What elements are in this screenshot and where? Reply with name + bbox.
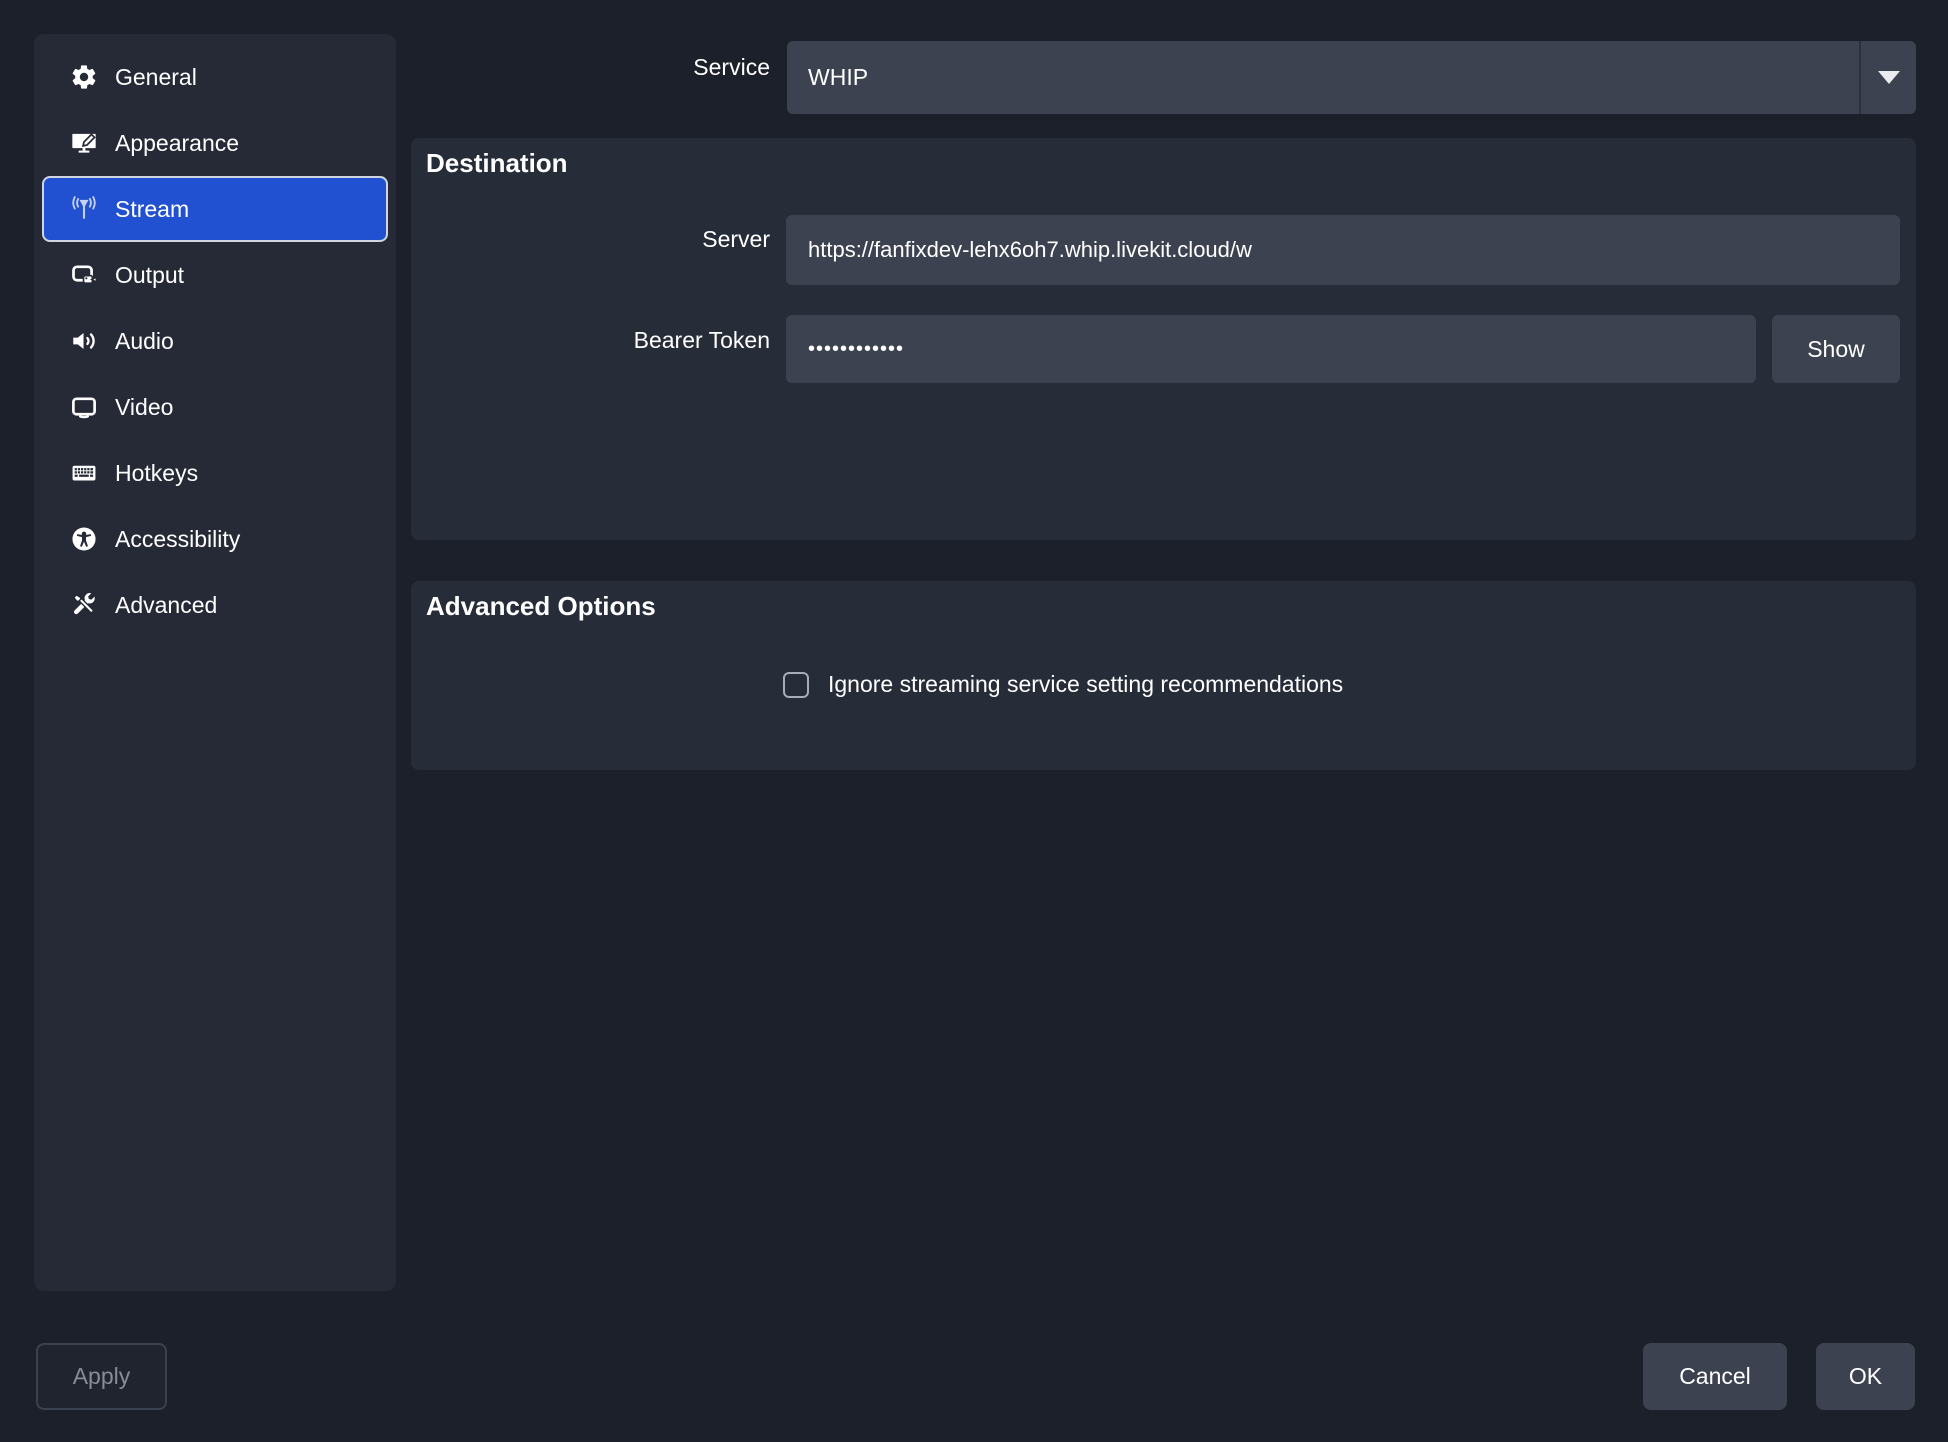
sidebar-item-label: Accessibility	[115, 526, 240, 553]
sidebar-item-video[interactable]: Video	[42, 374, 388, 440]
sidebar-item-label: Audio	[115, 328, 174, 355]
sidebar-item-hotkeys[interactable]: Hotkeys	[42, 440, 388, 506]
apply-button[interactable]: Apply	[36, 1343, 167, 1410]
sidebar-item-label: Appearance	[115, 130, 239, 157]
appearance-icon	[70, 129, 98, 157]
sidebar-item-accessibility[interactable]: Accessibility	[42, 506, 388, 572]
video-icon	[70, 393, 98, 421]
sidebar-item-audio[interactable]: Audio	[42, 308, 388, 374]
sidebar-item-output[interactable]: Output	[42, 242, 388, 308]
sidebar-item-label: Hotkeys	[115, 460, 198, 487]
sidebar-item-label: Advanced	[115, 592, 217, 619]
hotkeys-icon	[70, 459, 98, 487]
output-icon	[70, 261, 98, 289]
ignore-recommendations-label[interactable]: Ignore streaming service setting recomme…	[828, 671, 1343, 698]
ok-button[interactable]: OK	[1816, 1343, 1915, 1410]
destination-title: Destination	[426, 148, 568, 179]
service-selected-value: WHIP	[787, 64, 1859, 91]
service-label: Service	[530, 53, 770, 81]
accessibility-icon	[70, 525, 98, 553]
dropdown-arrow-zone[interactable]	[1859, 41, 1916, 114]
sidebar-item-label: Output	[115, 262, 184, 289]
bearer-token-input[interactable]	[786, 315, 1756, 383]
audio-icon	[70, 327, 98, 355]
show-token-button[interactable]: Show	[1772, 315, 1900, 383]
server-label: Server	[530, 225, 770, 253]
sidebar-item-label: Video	[115, 394, 173, 421]
gear-icon	[70, 63, 98, 91]
sidebar-item-label: Stream	[115, 196, 189, 223]
sidebar-item-stream[interactable]: Stream	[42, 176, 388, 242]
service-dropdown[interactable]: WHIP	[787, 41, 1916, 114]
bearer-token-label: Bearer Token	[530, 326, 770, 354]
chevron-down-icon	[1878, 71, 1900, 84]
advanced-options-title: Advanced Options	[426, 591, 656, 622]
sidebar-item-appearance[interactable]: Appearance	[42, 110, 388, 176]
advanced-icon	[70, 591, 98, 619]
stream-antenna-icon	[70, 195, 98, 223]
sidebar-item-advanced[interactable]: Advanced	[42, 572, 388, 638]
cancel-button[interactable]: Cancel	[1643, 1343, 1787, 1410]
settings-sidebar: General Appearance Stream Output Audio V…	[34, 34, 396, 1291]
sidebar-item-label: General	[115, 64, 197, 91]
sidebar-item-general[interactable]: General	[42, 44, 388, 110]
server-input[interactable]	[786, 215, 1900, 285]
ignore-recommendations-checkbox[interactable]	[783, 672, 809, 698]
ignore-recommendations-row: Ignore streaming service setting recomme…	[783, 671, 1343, 698]
